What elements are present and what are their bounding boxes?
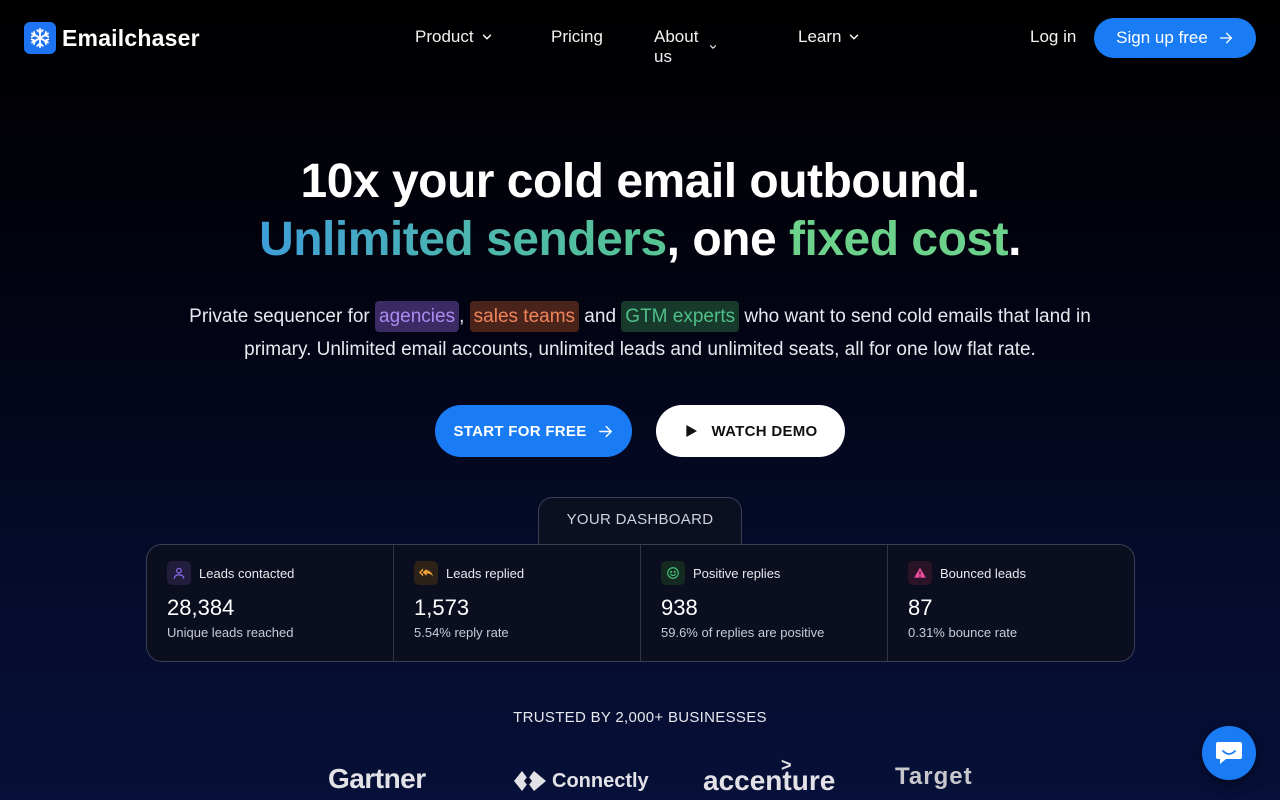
hero-middle-text: , one <box>666 213 790 266</box>
chat-bubble-icon <box>1216 742 1242 764</box>
watch-demo-button[interactable]: WATCH DEMO <box>656 405 845 457</box>
chevron-down-icon <box>850 34 859 40</box>
hero-title-line2: Unlimited senders, one fixed cost. <box>0 212 1280 267</box>
nav-item-product[interactable]: Product <box>415 27 494 47</box>
subtitle-text: and <box>579 306 622 327</box>
hero-green-text: fixed cost <box>789 213 1009 266</box>
accenture-text: accenture <box>703 765 836 796</box>
nav-item-label: Product <box>415 27 474 46</box>
client-logos: Gartner Connectly > accenture Target <box>0 755 1280 800</box>
stat-leads-replied: Leads replied 1,573 5.54% reply rate <box>394 545 641 661</box>
arrow-right-icon <box>1219 32 1232 44</box>
login-link[interactable]: Log in <box>1030 27 1076 47</box>
top-nav: Emailchaser Product Pricing About us Lea… <box>0 0 1280 76</box>
subtitle-text: Private sequencer for <box>189 306 376 327</box>
dashboard-tab: YOUR DASHBOARD <box>538 497 742 545</box>
snowflake-icon <box>24 22 56 54</box>
warning-icon <box>908 561 932 585</box>
trusted-label: TRUSTED BY 2,000+ BUSINESSES <box>513 709 767 726</box>
stat-label: Bounced leads <box>940 565 1027 581</box>
stat-subtext: Unique leads reached <box>167 625 294 640</box>
signup-button[interactable]: Sign up free <box>1094 18 1256 58</box>
hero-title-line1: 10x your cold email outbound. <box>300 155 980 208</box>
target-logo: Target <box>895 763 973 790</box>
tag-gtm-experts: GTM experts <box>621 301 740 332</box>
connectly-logo: Connectly <box>512 767 649 795</box>
start-for-free-button[interactable]: START FOR FREE <box>435 405 632 457</box>
connectly-text: Connectly <box>552 769 649 792</box>
hero-end-text: . <box>1008 213 1021 266</box>
nav-item-about-us[interactable]: About us <box>654 27 718 67</box>
stat-subtext: 59.6% of replies are positive <box>661 625 825 640</box>
stat-positive-replies: Positive replies 938 59.6% of replies ar… <box>641 545 888 661</box>
nav-item-label: Pricing <box>551 27 603 46</box>
stat-label: Positive replies <box>693 565 781 581</box>
stat-label: Leads replied <box>446 565 525 581</box>
nav-item-label: Learn <box>798 27 842 46</box>
play-icon <box>686 425 698 437</box>
connectly-mark-icon <box>514 771 546 791</box>
accenture-arrow-icon: > <box>781 755 792 775</box>
chat-widget-button[interactable] <box>1202 726 1256 780</box>
user-icon <box>167 561 191 585</box>
start-label: START FOR FREE <box>453 422 587 440</box>
stat-value: 1,573 <box>414 595 470 620</box>
tag-agencies: agencies <box>375 301 460 332</box>
stat-subtext: 5.54% reply rate <box>414 625 509 640</box>
signup-label: Sign up free <box>1116 28 1208 47</box>
smile-icon <box>661 561 685 585</box>
stat-label: Leads contacted <box>199 565 295 581</box>
stat-subtext: 0.31% bounce rate <box>908 625 1018 640</box>
hero-subtitle: Private sequencer for agencies, sales te… <box>160 300 1120 366</box>
arrow-right-icon <box>598 425 612 437</box>
brand-name: Emailchaser <box>62 24 200 51</box>
gartner-logo: Gartner <box>328 763 426 794</box>
stat-bounced-leads: Bounced leads 87 0.31% bounce rate <box>888 545 1134 661</box>
reply-all-icon <box>414 561 438 585</box>
stat-value: 28,384 <box>167 595 235 620</box>
accenture-logo: > accenture <box>703 755 836 797</box>
stat-leads-contacted: Leads contacted 28,384 Unique leads reac… <box>147 545 394 661</box>
dashboard-stats: Leads contacted 28,384 Unique leads reac… <box>146 544 1135 662</box>
stat-value: 87 <box>908 595 933 620</box>
hero-gradient-text: Unlimited senders <box>259 213 667 266</box>
demo-label: WATCH DEMO <box>711 422 818 440</box>
subtitle-text: , <box>459 306 470 327</box>
tag-sales-teams: sales teams <box>469 301 580 332</box>
nav-item-learn[interactable]: Learn <box>798 27 861 47</box>
stat-value: 938 <box>661 595 698 620</box>
logo[interactable]: Emailchaser <box>24 22 200 54</box>
chevron-down-icon <box>482 34 491 40</box>
nav-item-pricing[interactable]: Pricing <box>551 27 603 47</box>
chevron-down-icon <box>710 45 717 49</box>
nav-item-label: About us <box>654 27 699 66</box>
